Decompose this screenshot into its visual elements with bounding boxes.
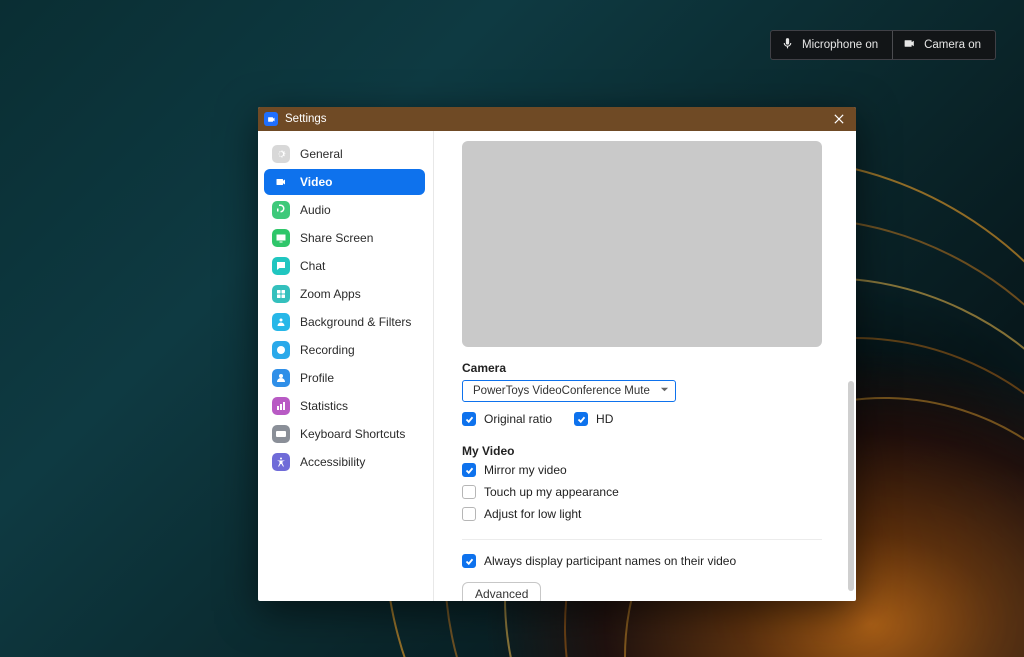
lowlight-label: Adjust for low light xyxy=(484,507,581,521)
chevron-down-icon xyxy=(660,385,669,397)
sidebar-item-label: Audio xyxy=(300,203,331,217)
mirror-label: Mirror my video xyxy=(484,463,567,477)
sidebar-item-chat[interactable]: Chat xyxy=(264,253,425,279)
divider xyxy=(462,539,822,540)
apps-icon xyxy=(272,285,290,303)
original-ratio-checkbox[interactable]: Original ratio xyxy=(462,412,552,426)
checkbox-box xyxy=(462,485,476,499)
camera-status-label: Camera on xyxy=(924,39,981,51)
checkbox-box xyxy=(462,463,476,477)
camera-dropdown[interactable]: PowerToys VideoConference Mute xyxy=(462,380,676,402)
sidebar-item-zoom-apps[interactable]: Zoom Apps xyxy=(264,281,425,307)
keyboard-icon xyxy=(272,425,290,443)
settings-sidebar: General Video Audio Share Screen Chat Zoom Ap… xyxy=(258,131,434,601)
video-icon xyxy=(272,173,290,191)
hd-checkbox[interactable]: HD xyxy=(574,412,613,426)
close-button[interactable] xyxy=(828,108,850,130)
sidebar-item-label: General xyxy=(300,147,343,161)
av-status-overlay: Microphone on Camera on xyxy=(770,30,996,60)
camera-icon xyxy=(903,37,916,53)
checkbox-box xyxy=(574,412,588,426)
sidebar-item-label: Recording xyxy=(300,343,355,357)
camera-selected: PowerToys VideoConference Mute xyxy=(473,385,650,397)
sidebar-item-label: Share Screen xyxy=(300,231,373,245)
settings-content: Camera PowerToys VideoConference Mute Or… xyxy=(434,131,856,601)
gear-icon xyxy=(272,145,290,163)
sidebar-item-accessibility[interactable]: Accessibility xyxy=(264,449,425,475)
screen-icon xyxy=(272,229,290,247)
checkbox-box xyxy=(462,554,476,568)
sidebar-item-statistics[interactable]: Statistics xyxy=(264,393,425,419)
checkbox-box xyxy=(462,412,476,426)
a11y-icon xyxy=(272,453,290,471)
sidebar-item-label: Background & Filters xyxy=(300,315,411,329)
record-icon xyxy=(272,341,290,359)
sidebar-item-share-screen[interactable]: Share Screen xyxy=(264,225,425,251)
always-names-label: Always display participant names on thei… xyxy=(484,554,736,568)
sidebar-item-label: Video xyxy=(300,175,332,189)
sidebar-item-label: Profile xyxy=(300,371,334,385)
sidebar-item-profile[interactable]: Profile xyxy=(264,365,425,391)
settings-window: Settings General Video Audio Share Screen Ch… xyxy=(258,107,856,601)
sidebar-item-label: Chat xyxy=(300,259,325,273)
camera-heading: Camera xyxy=(462,361,822,375)
sidebar-item-background-filters[interactable]: Background & Filters xyxy=(264,309,425,335)
sidebar-item-label: Keyboard Shortcuts xyxy=(300,427,405,441)
touch-up-label: Touch up my appearance xyxy=(484,485,619,499)
audio-icon xyxy=(272,201,290,219)
chat-icon xyxy=(272,257,290,275)
mic-status-label: Microphone on xyxy=(802,39,878,51)
mic-status[interactable]: Microphone on xyxy=(771,31,892,59)
sidebar-item-label: Accessibility xyxy=(300,455,365,469)
sidebar-item-keyboard-shortcuts[interactable]: Keyboard Shortcuts xyxy=(264,421,425,447)
my-video-heading: My Video xyxy=(462,444,822,458)
always-names-checkbox[interactable]: Always display participant names on thei… xyxy=(462,554,822,568)
sidebar-item-recording[interactable]: Recording xyxy=(264,337,425,363)
advanced-button[interactable]: Advanced xyxy=(462,582,541,601)
hd-label: HD xyxy=(596,412,613,426)
sidebar-item-label: Zoom Apps xyxy=(300,287,361,301)
mirror-checkbox[interactable]: Mirror my video xyxy=(462,463,822,477)
camera-status[interactable]: Camera on xyxy=(893,31,995,59)
sidebar-item-label: Statistics xyxy=(300,399,348,413)
touch-up-checkbox[interactable]: Touch up my appearance xyxy=(462,485,822,499)
sidebar-item-audio[interactable]: Audio xyxy=(264,197,425,223)
checkbox-box xyxy=(462,507,476,521)
video-preview xyxy=(462,141,822,347)
filters-icon xyxy=(272,313,290,331)
stats-icon xyxy=(272,397,290,415)
titlebar[interactable]: Settings xyxy=(258,107,856,131)
lowlight-checkbox[interactable]: Adjust for low light xyxy=(462,507,822,521)
profile-icon xyxy=(272,369,290,387)
window-title: Settings xyxy=(285,113,327,125)
microphone-icon xyxy=(781,37,794,53)
sidebar-item-general[interactable]: General xyxy=(264,141,425,167)
scrollbar[interactable] xyxy=(848,381,854,591)
app-icon xyxy=(264,112,278,126)
sidebar-item-video[interactable]: Video xyxy=(264,169,425,195)
original-ratio-label: Original ratio xyxy=(484,412,552,426)
